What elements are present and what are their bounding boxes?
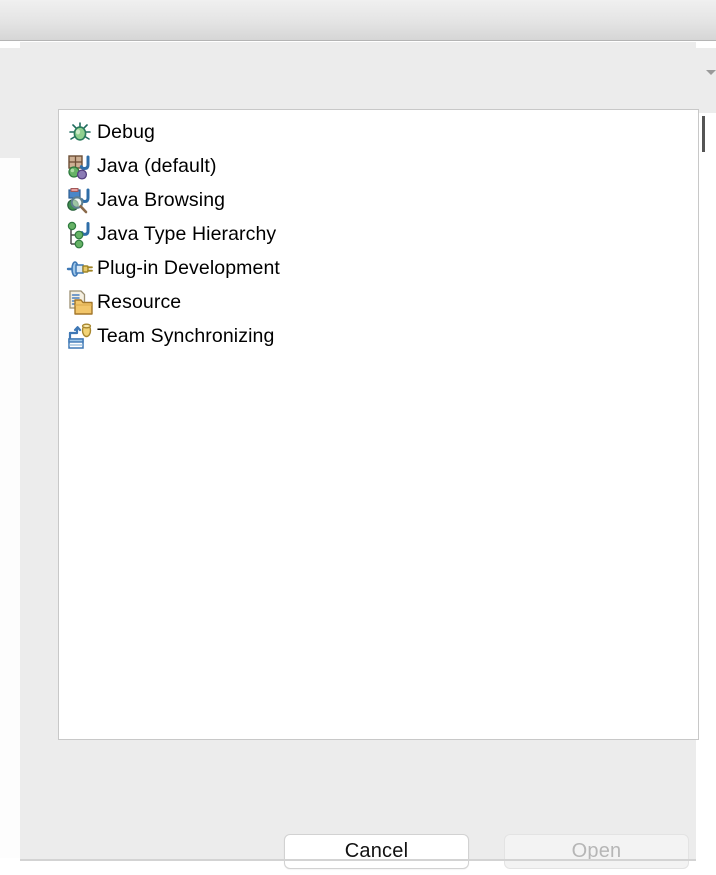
list-item[interactable]: Java Type Hierarchy (59, 218, 698, 252)
open-perspective-dialog: Debug Java (default) Java Browsing Java … (20, 42, 699, 869)
list-item[interactable]: Plug-in Development (59, 252, 698, 286)
java-browsing-icon (65, 186, 95, 216)
window-titlebar[interactable] (0, 0, 716, 41)
java-type-hierarchy-icon (65, 220, 95, 250)
list-item-label: Team Synchronizing (97, 325, 275, 348)
text-caret (702, 116, 705, 152)
list-item-label: Plug-in Development (97, 257, 280, 280)
background-left-panel-top (0, 48, 20, 158)
bug-icon (65, 118, 95, 148)
list-item[interactable]: Java (default) (59, 150, 698, 184)
open-button[interactable]: Open (504, 834, 689, 869)
screen-root: Debug Java (default) Java Browsing Java … (0, 0, 716, 875)
resource-folder-icon (65, 288, 95, 318)
list-item-label: Java (default) (97, 155, 217, 178)
list-item-label: Java Browsing (97, 189, 226, 212)
background-left-panel-bottom (0, 158, 20, 858)
list-item[interactable]: Java Browsing (59, 184, 698, 218)
java-perspective-icon (65, 152, 95, 182)
dialog-bottom-edge (20, 859, 696, 861)
list-item-label: Java Type Hierarchy (97, 223, 277, 246)
list-item[interactable]: Team Synchronizing (59, 320, 698, 354)
perspective-list: Debug Java (default) Java Browsing Java … (59, 110, 698, 354)
cancel-button[interactable]: Cancel (284, 834, 469, 869)
list-item[interactable]: Debug (59, 116, 698, 150)
plugin-icon (65, 254, 95, 284)
chevron-down-icon[interactable] (706, 70, 716, 75)
list-item-label: Debug (97, 121, 155, 144)
team-sync-icon (65, 322, 95, 352)
list-item-label: Resource (97, 291, 182, 314)
perspective-listbox[interactable]: Debug Java (default) Java Browsing Java … (58, 109, 699, 740)
list-item[interactable]: Resource (59, 286, 698, 320)
